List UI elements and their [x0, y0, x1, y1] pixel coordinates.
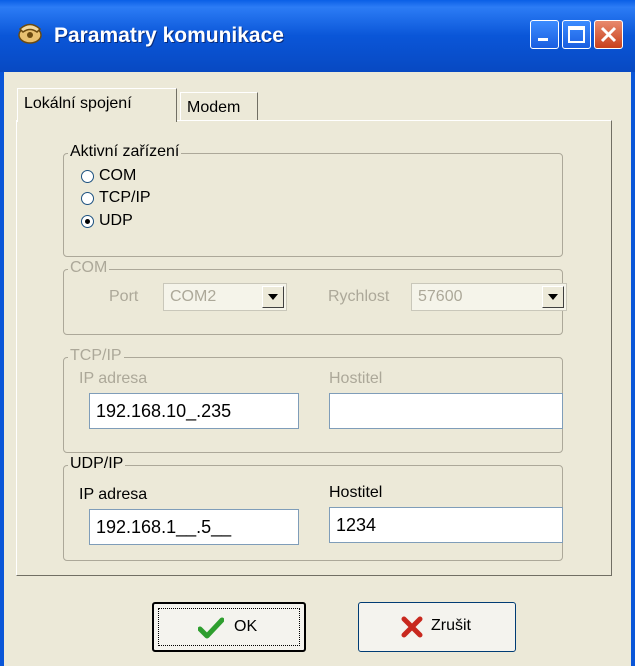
ok-label: OK: [234, 618, 258, 635]
tab-label: Modem: [187, 99, 241, 116]
window-border-right: [631, 72, 635, 666]
radio-label: COM: [99, 167, 137, 184]
radio-selected-dot: [85, 219, 90, 224]
close-button[interactable]: [594, 20, 623, 49]
tcp-ip-field[interactable]: [89, 393, 299, 429]
radio-label: TCP/IP: [99, 189, 151, 206]
minimize-button[interactable]: [530, 20, 559, 49]
radio-label: UDP: [99, 212, 133, 229]
chevron-down-icon[interactable]: [542, 286, 564, 308]
udp-host-input[interactable]: [330, 508, 562, 542]
title-bar[interactable]: Paramatry komunikace: [0, 0, 635, 72]
group-legend: TCP/IP: [68, 347, 124, 365]
window-border-left: [0, 72, 4, 666]
ok-button[interactable]: OK: [152, 602, 306, 652]
udp-ip-field[interactable]: [89, 509, 299, 545]
speed-combobox[interactable]: 57600: [411, 283, 567, 311]
tab-panel: Aktivní zařízení COM TCP/IP UDP COM Port…: [16, 120, 612, 576]
udp-ip-label: IP adresa: [79, 486, 148, 503]
radio-button[interactable]: [81, 192, 94, 205]
tab-label: Lokální spojení: [24, 95, 132, 112]
phone-icon: [16, 18, 44, 46]
chevron-down-icon[interactable]: [262, 286, 284, 308]
maximize-icon: [568, 26, 585, 43]
checkmark-icon: [197, 617, 225, 644]
group-legend: Aktivní zařízení: [68, 143, 182, 161]
cancel-button[interactable]: Zrušit: [358, 602, 516, 652]
window-title: Paramatry komunikace: [54, 24, 284, 47]
combobox-value: 57600: [418, 288, 463, 305]
dialog-window: Paramatry komunikace Lokální spojení Mod…: [0, 0, 635, 666]
tab-local-connection[interactable]: Lokální spojení: [17, 88, 177, 122]
tcp-host-label: Hostitel: [329, 370, 383, 387]
combobox-value: COM2: [170, 288, 217, 305]
group-legend: UDP/IP: [68, 455, 126, 473]
tcp-ip-input[interactable]: [90, 394, 298, 428]
tcp-host-input[interactable]: [330, 394, 562, 428]
udp-ip-input[interactable]: [90, 510, 298, 544]
speed-label: Rychlost: [328, 288, 390, 305]
port-combobox[interactable]: COM2: [163, 283, 287, 311]
tcp-host-field[interactable]: [329, 393, 563, 429]
x-cross-icon: [401, 616, 423, 643]
udp-host-field[interactable]: [329, 507, 563, 543]
group-legend: COM: [68, 259, 110, 277]
maximize-button[interactable]: [562, 20, 591, 49]
radio-button[interactable]: [81, 170, 94, 183]
cancel-label: Zrušit: [431, 617, 471, 634]
minimize-icon: [538, 38, 548, 41]
close-icon: [600, 26, 617, 43]
radio-button[interactable]: [81, 215, 94, 228]
tcp-ip-label: IP adresa: [79, 370, 148, 387]
focus-rectangle: [158, 608, 300, 646]
port-label: Port: [109, 288, 139, 305]
udp-host-label: Hostitel: [329, 484, 383, 501]
tab-modem[interactable]: Modem: [180, 92, 258, 122]
